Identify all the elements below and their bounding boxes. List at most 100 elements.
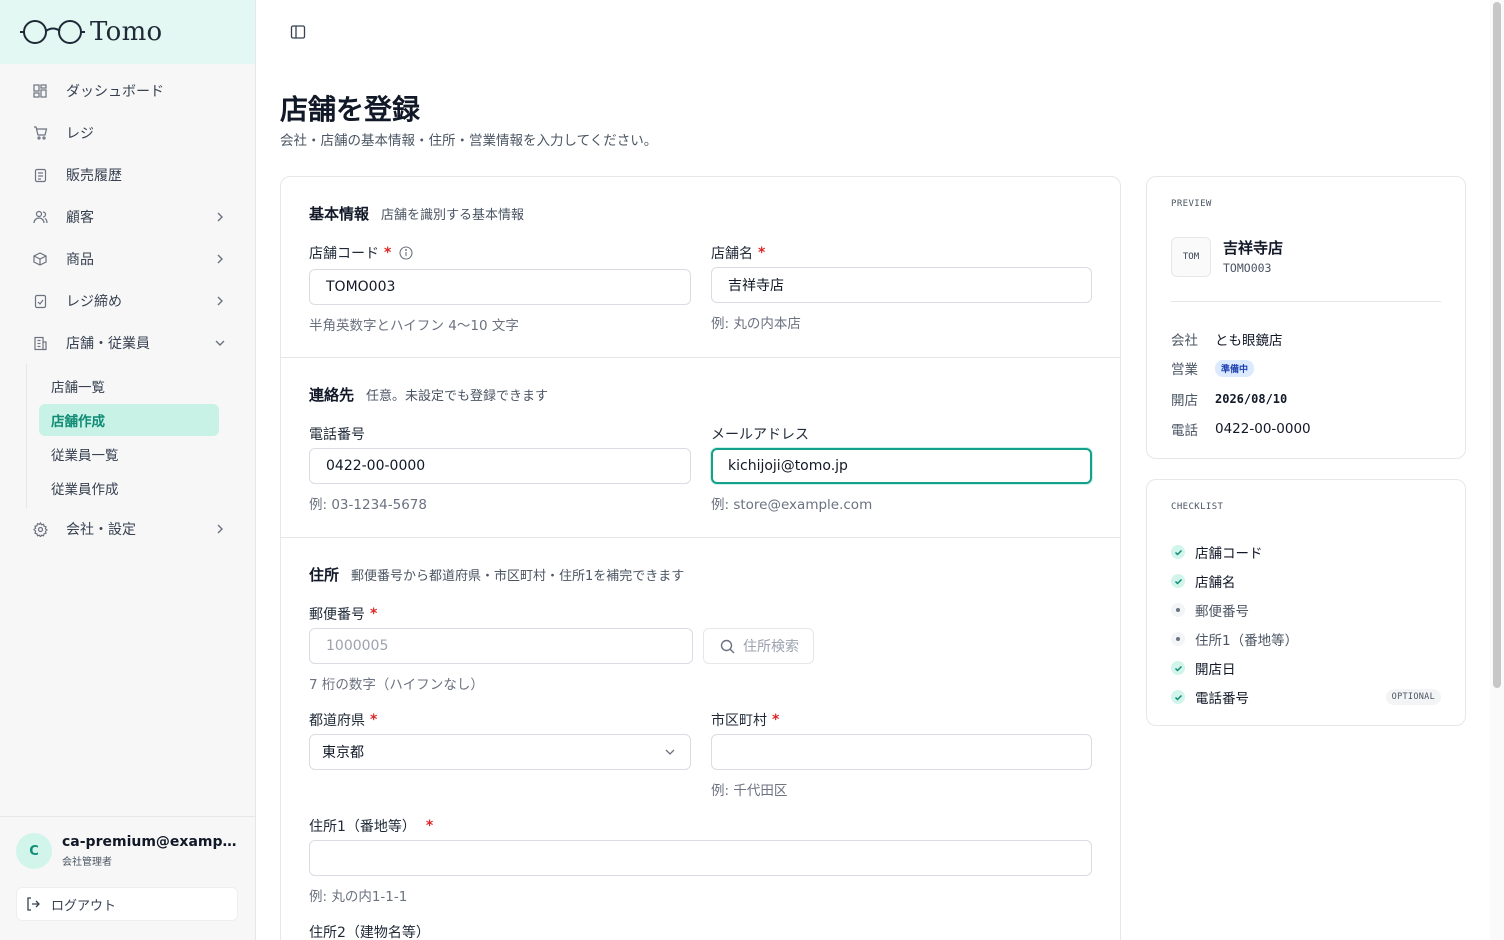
prefecture-select[interactable]: 東京都: [309, 734, 691, 770]
email-label: メールアドレス: [711, 424, 809, 444]
subnav-item-store-list[interactable]: 店舗一覧: [39, 370, 219, 402]
checklist-item-label: 店舗名: [1195, 575, 1236, 591]
chevron-right-icon: [213, 522, 227, 536]
postal-hint: 7 桁の数字（ハイフンなし）: [309, 677, 484, 693]
logout-icon: [25, 896, 41, 912]
sidebar: Tomo ダッシュボード レジ 販売履歴 顧客 商品 レジ締め 店舗・従業員 店…: [0, 0, 256, 940]
logout-button[interactable]: ログアウト: [16, 887, 238, 921]
store-badge: TOM: [1171, 237, 1211, 277]
dashboard-icon: [32, 83, 48, 99]
nav-item-company-settings[interactable]: 会社・設定: [0, 508, 255, 550]
nav-label: 商品: [66, 252, 94, 268]
label-text: 住所2（建物名等）: [309, 925, 430, 940]
preview-value: とも眼鏡店: [1215, 333, 1283, 349]
address1-input[interactable]: [309, 840, 1092, 876]
subnav-item-staff-create[interactable]: 従業員作成: [39, 472, 219, 504]
preview-key: 開店: [1171, 393, 1198, 409]
checklist-label: CHECKLIST: [1171, 502, 1224, 512]
section-title: 連絡先: [309, 386, 355, 404]
contact-section: 連絡先 任意。未設定でも登録できます 電話番号 0422-00-0000 例: …: [281, 358, 1120, 538]
store-name-input[interactable]: 吉祥寺店: [711, 267, 1092, 303]
check-icon: [1171, 661, 1185, 675]
pending-dot-icon: [1171, 603, 1185, 617]
label-text: 店舗名: [711, 246, 753, 262]
pending-dot-icon: [1171, 632, 1185, 646]
postal-input[interactable]: 1000005: [309, 628, 693, 664]
check-icon: [1171, 690, 1185, 704]
preview-key: 電話: [1171, 423, 1198, 439]
checklist-item: 店舗名: [1171, 571, 1441, 591]
nav-item-register[interactable]: レジ: [0, 112, 255, 154]
section-description: 任意。未設定でも登録できます: [366, 389, 549, 404]
nav-item-customers[interactable]: 顧客: [0, 196, 255, 238]
checklist-item: 電話番号 OPTIONAL: [1171, 687, 1441, 707]
store-name-label: 店舗名 *: [711, 243, 765, 263]
label-text: 住所1（番地等）: [309, 819, 416, 835]
section-header: 住所 郵便番号から都道府県・市区町村・住所1を補完できます: [309, 564, 684, 585]
address2-label: 住所2（建物名等）: [309, 922, 430, 940]
basic-info-section: 基本情報 店舗を識別する基本情報 店舗コード * TOMO003 半角英数字とハイ…: [281, 177, 1120, 358]
city-label: 市区町村 *: [711, 710, 779, 730]
nav-label: レジ締め: [66, 294, 122, 310]
nav-item-register-close[interactable]: レジ締め: [0, 280, 255, 322]
logout-label: ログアウト: [51, 898, 117, 914]
prefecture-label: 都道府県 *: [309, 710, 377, 730]
checklist-item-label: 郵便番号: [1195, 604, 1249, 620]
page-scrollbar[interactable]: [1490, 0, 1504, 940]
label-text: 電話番号: [309, 427, 365, 443]
phone-input[interactable]: 0422-00-0000: [309, 448, 691, 484]
status-badge: 準備中: [1215, 359, 1255, 377]
store-code-input[interactable]: TOMO003: [309, 269, 691, 305]
checklist-item-label: 開店日: [1195, 662, 1236, 678]
nav-label: 販売履歴: [66, 168, 122, 184]
app-logo[interactable]: Tomo: [0, 0, 255, 64]
stores-staff-submenu: 店舗一覧 店舗作成 従業員一覧 従業員作成: [26, 364, 255, 508]
nav-item-products[interactable]: 商品: [0, 238, 255, 280]
optional-badge: OPTIONAL: [1385, 689, 1441, 705]
address-section: 住所 郵便番号から都道府県・市区町村・住所1を補完できます 郵便番号 * 1000…: [281, 538, 1120, 940]
address1-hint: 例: 丸の内1-1-1: [309, 889, 408, 905]
user-info: ca-premium@example.com 会社管理者: [62, 834, 238, 868]
section-header: 連絡先 任意。未設定でも登録できます: [309, 384, 548, 405]
checklist-item-label: 住所1（番地等）: [1195, 633, 1299, 649]
sidebar-toggle-icon[interactable]: [290, 24, 306, 40]
phone-label: 電話番号: [309, 424, 365, 444]
postal-label: 郵便番号 *: [309, 604, 377, 624]
package-icon: [32, 251, 48, 267]
label-text: 市区町村: [711, 713, 767, 729]
email-hint: 例: store@example.com: [711, 497, 873, 513]
nav-label: 会社・設定: [66, 522, 136, 538]
section-header: 基本情報 店舗を識別する基本情報: [309, 203, 524, 224]
info-icon[interactable]: [399, 246, 413, 260]
required-marker: *: [758, 245, 766, 261]
glasses-logo-icon: [20, 19, 86, 45]
city-input[interactable]: [711, 734, 1092, 770]
preview-card: PREVIEW TOM 吉祥寺店 TOMO003 会社 とも眼鏡店 営業 準備中…: [1146, 176, 1466, 459]
scrollbar-thumb[interactable]: [1493, 2, 1501, 688]
check-icon: [1171, 545, 1185, 559]
preview-row-status: 営業 準備中: [1171, 358, 1255, 378]
email-input[interactable]: kichijoji@tomo.jp: [711, 448, 1092, 484]
checklist-item: 店舗コード: [1171, 542, 1441, 562]
store-code-hint: 半角英数字とハイフン 4〜10 文字: [309, 318, 519, 334]
section-title: 住所: [309, 566, 340, 584]
subnav-item-staff-list[interactable]: 従業員一覧: [39, 438, 219, 470]
subnav-item-store-create[interactable]: 店舗作成: [39, 404, 219, 436]
nav-item-dashboard[interactable]: ダッシュボード: [0, 70, 255, 112]
store-form: 基本情報 店舗を識別する基本情報 店舗コード * TOMO003 半角英数字とハイ…: [280, 176, 1121, 940]
page-title: 店舗を登録: [280, 93, 421, 126]
address1-label: 住所1（番地等） *: [309, 816, 433, 836]
required-marker: *: [425, 818, 434, 834]
preview-row-phone: 電話 0422-00-0000: [1171, 419, 1311, 439]
search-button-label: 住所検索: [743, 639, 799, 655]
store-code-label: 店舗コード *: [309, 243, 413, 263]
nav-item-stores-staff[interactable]: 店舗・従業員: [0, 322, 255, 364]
user-email: ca-premium@example.com: [62, 834, 238, 850]
nav-label: ダッシュボード: [66, 84, 164, 100]
required-marker: *: [370, 606, 378, 622]
nav-item-sales-history[interactable]: 販売履歴: [0, 154, 255, 196]
preview-row-company: 会社 とも眼鏡店: [1171, 329, 1283, 349]
address-search-button[interactable]: 住所検索: [703, 628, 814, 664]
label-text: 都道府県: [309, 713, 365, 729]
user-profile[interactable]: C ca-premium@example.com 会社管理者: [0, 817, 255, 869]
